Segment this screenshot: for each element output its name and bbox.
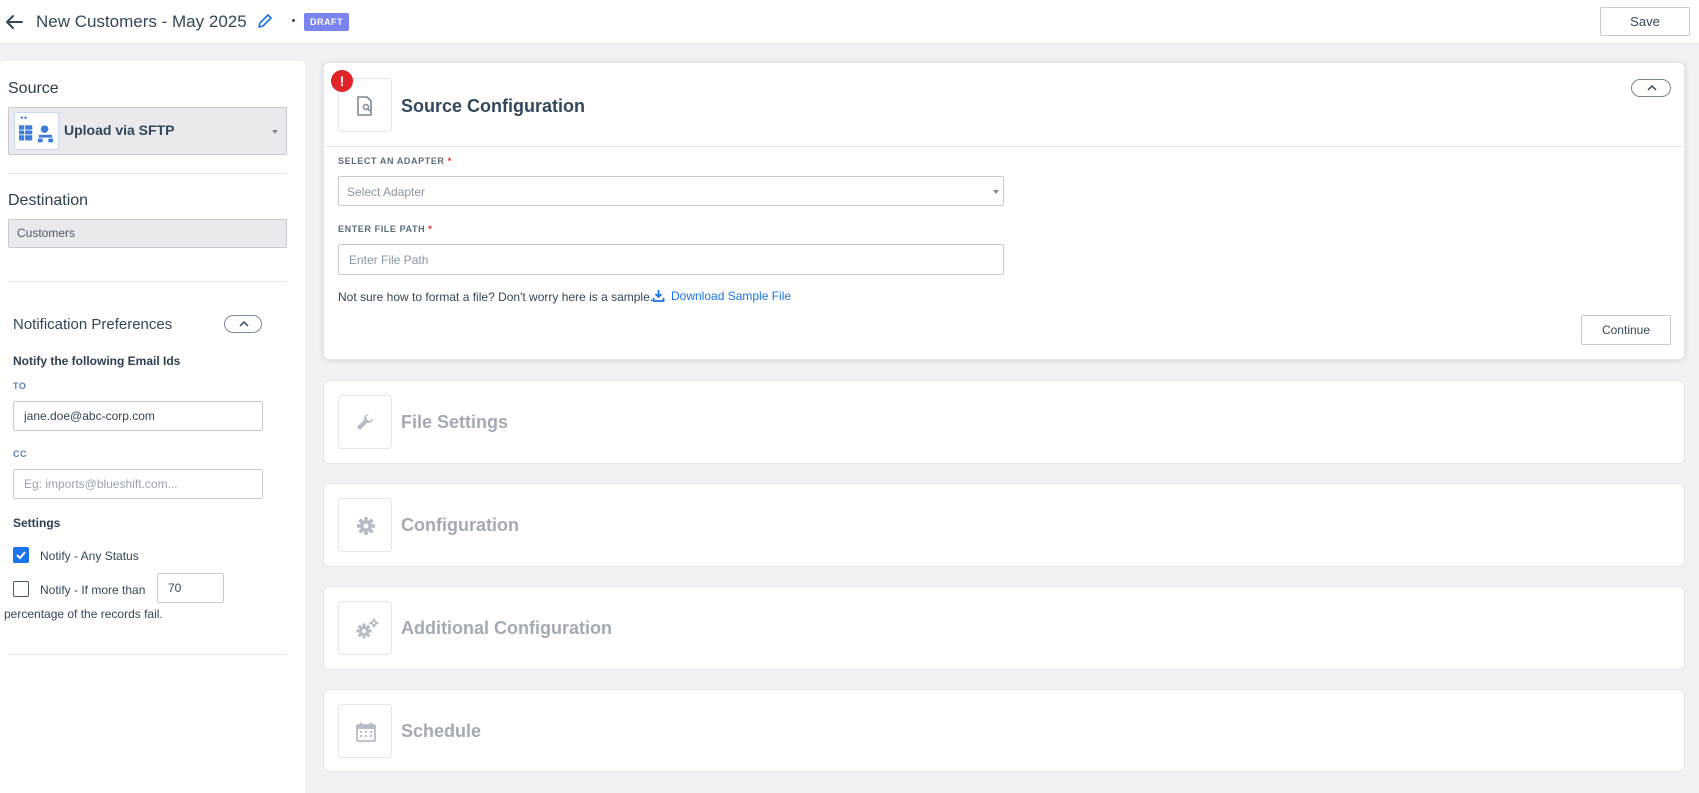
to-email-input[interactable] <box>13 401 263 431</box>
additional-configuration-card[interactable]: Additional Configuration <box>323 586 1685 670</box>
file-settings-card[interactable]: File Settings <box>323 380 1685 464</box>
notify-any-status-checkbox[interactable] <box>13 547 29 563</box>
cc-label: CC <box>13 449 27 459</box>
card-divider <box>324 146 1686 147</box>
notify-any-status-label: Notify - Any Status <box>40 549 139 563</box>
filepath-input[interactable] <box>338 244 1004 275</box>
filepath-label: ENTER FILE PATH * <box>338 224 432 234</box>
card-icon-container <box>338 395 392 449</box>
destination-heading: Destination <box>8 192 89 209</box>
schedule-title: Schedule <box>401 721 482 741</box>
sample-help-text: Not sure how to format a file? Don't wor… <box>338 290 654 304</box>
adapter-select[interactable]: Select Adapter <box>338 176 1004 206</box>
chevron-up-icon <box>1647 84 1657 91</box>
notify-emails-heading: Notify the following Email Ids <box>13 354 181 368</box>
source-configuration-card: ! Source Configuration SELECT AN ADAPTER… <box>323 62 1686 360</box>
checkmark-icon <box>16 551 26 560</box>
percent-suffix-text: percentage of the records fail. <box>4 607 163 621</box>
top-bar: New Customers - May 2025 DRAFT Save <box>0 0 1699 44</box>
chevron-down-icon <box>993 190 999 194</box>
card-icon-container <box>338 601 392 655</box>
calendar-icon <box>356 722 376 742</box>
source-configuration-title: Source Configuration <box>401 96 585 116</box>
source-value: Upload via SFTP <box>64 122 175 138</box>
destination-field: Customers <box>8 219 287 248</box>
adapter-placeholder: Select Adapter <box>347 185 426 199</box>
adapter-label: SELECT AN ADAPTER * <box>338 156 452 166</box>
required-mark: * <box>428 224 433 234</box>
file-search-icon <box>357 96 372 116</box>
error-alert-icon: ! <box>331 70 353 92</box>
required-mark: * <box>447 156 452 166</box>
collapse-card-button[interactable] <box>1631 79 1671 97</box>
status-badge: DRAFT <box>304 13 349 31</box>
to-label: TO <box>13 381 27 391</box>
notify-more-than-label: Notify - If more than <box>40 583 146 597</box>
back-arrow-icon[interactable] <box>4 12 24 32</box>
collapse-notifications-button[interactable] <box>224 315 262 333</box>
percent-threshold-input[interactable] <box>157 573 224 603</box>
continue-button[interactable]: Continue <box>1581 315 1671 345</box>
configuration-title: Configuration <box>401 515 519 535</box>
gears-icon <box>356 618 379 639</box>
notify-more-than-checkbox[interactable] <box>13 581 29 597</box>
card-icon-container <box>338 704 392 758</box>
divider <box>8 173 287 174</box>
chevron-up-icon <box>239 320 249 327</box>
sftp-upload-icon <box>14 112 59 150</box>
download-sample-link[interactable]: Download Sample File <box>671 289 791 303</box>
additional-configuration-title: Additional Configuration <box>401 618 612 638</box>
notification-preferences-title: Notification Preferences <box>13 316 173 333</box>
configuration-card[interactable]: Configuration <box>323 483 1685 567</box>
wrench-icon <box>357 413 374 430</box>
card-icon-container <box>338 498 392 552</box>
adapter-label-text: SELECT AN ADAPTER <box>338 156 445 166</box>
download-icon[interactable] <box>652 289 665 302</box>
left-sidebar: Source Upload via SFTP Destination Custo… <box>0 61 305 793</box>
pencil-edit-icon[interactable] <box>257 13 273 29</box>
filepath-label-text: ENTER FILE PATH <box>338 224 426 234</box>
source-heading: Source <box>8 80 59 97</box>
page-title: New Customers - May 2025 <box>36 12 247 31</box>
chevron-down-icon <box>272 130 278 134</box>
settings-heading: Settings <box>13 516 61 530</box>
divider <box>8 654 287 655</box>
schedule-card[interactable]: Schedule <box>323 689 1685 772</box>
separator-dot <box>292 19 295 22</box>
cc-email-input[interactable] <box>13 469 263 499</box>
save-button[interactable]: Save <box>1600 7 1690 36</box>
source-select[interactable]: Upload via SFTP <box>8 107 287 155</box>
file-settings-title: File Settings <box>401 412 509 432</box>
gear-icon <box>357 517 375 535</box>
divider <box>8 281 287 282</box>
